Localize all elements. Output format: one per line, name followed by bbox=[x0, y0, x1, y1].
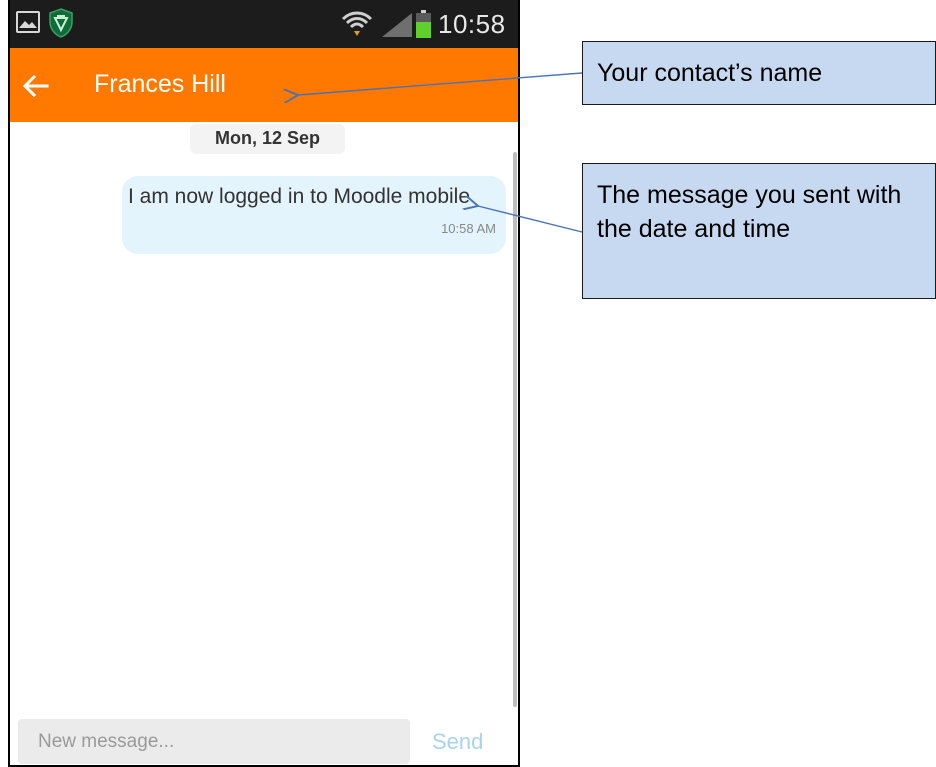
callout-contact-name: Your contact’s name bbox=[582, 41, 936, 105]
contact-name: Frances Hill bbox=[94, 70, 226, 98]
arrow-left-icon[interactable] bbox=[22, 72, 50, 100]
new-message-input[interactable] bbox=[18, 719, 410, 764]
message-time: 10:58 AM bbox=[441, 221, 496, 236]
phone-screen: 10:58 Frances Hill Mon, 12 Sep I am now … bbox=[8, 0, 520, 767]
shield-icon bbox=[49, 8, 73, 38]
battery-icon bbox=[416, 10, 431, 38]
message-text: I am now logged in to Moodle mobile bbox=[128, 185, 471, 208]
send-button[interactable]: Send bbox=[432, 729, 483, 755]
status-time: 10:58 bbox=[438, 9, 506, 39]
signal-icon bbox=[382, 13, 412, 37]
wifi-icon bbox=[341, 11, 373, 36]
callout-message: The message you sent with the date and t… bbox=[582, 163, 936, 299]
sent-message-bubble[interactable]: I am now logged in to Moodle mobile 10:5… bbox=[122, 176, 506, 254]
date-separator: Mon, 12 Sep bbox=[190, 124, 345, 154]
scrollbar[interactable] bbox=[513, 152, 517, 707]
status-bar: 10:58 bbox=[10, 0, 518, 48]
app-bar: Frances Hill bbox=[10, 48, 518, 122]
gallery-icon bbox=[16, 11, 40, 33]
